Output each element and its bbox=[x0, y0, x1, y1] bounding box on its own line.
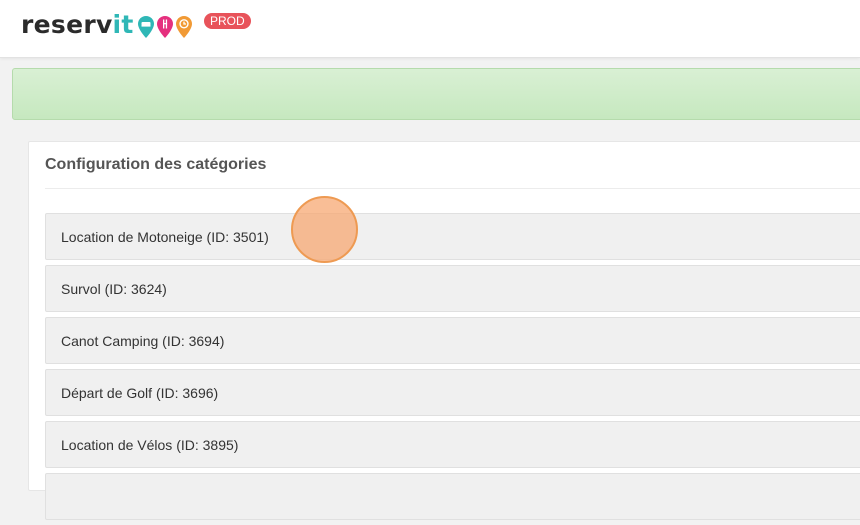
reservit-logo[interactable]: reservit bbox=[21, 8, 192, 40]
category-item-location-velos[interactable]: Location de Vélos (ID: 3895) bbox=[45, 421, 860, 468]
categories-panel: Configuration des catégories Location de… bbox=[28, 141, 860, 520]
category-item-partial[interactable] bbox=[45, 473, 860, 520]
logo-pins bbox=[137, 16, 192, 38]
category-list: Location de Motoneige (ID: 3501) Survol … bbox=[45, 213, 860, 525]
clock-icon bbox=[175, 16, 192, 38]
category-item-motoneige[interactable]: Location de Motoneige (ID: 3501) bbox=[45, 213, 860, 260]
fork-knife-icon bbox=[156, 16, 173, 38]
panel-divider bbox=[45, 188, 860, 189]
top-bar: reservit PROD bbox=[0, 0, 860, 58]
environment-badge: PROD bbox=[204, 13, 251, 29]
category-item-canot-camping[interactable]: Canot Camping (ID: 3694) bbox=[45, 317, 860, 364]
category-item-depart-golf[interactable]: Départ de Golf (ID: 3696) bbox=[45, 369, 860, 416]
panel-title: Configuration des catégories bbox=[45, 156, 267, 173]
bed-icon bbox=[137, 16, 154, 38]
success-alert bbox=[12, 68, 860, 120]
category-item-survol[interactable]: Survol (ID: 3624) bbox=[45, 265, 860, 312]
logo-wordmark: reservit bbox=[21, 10, 134, 39]
